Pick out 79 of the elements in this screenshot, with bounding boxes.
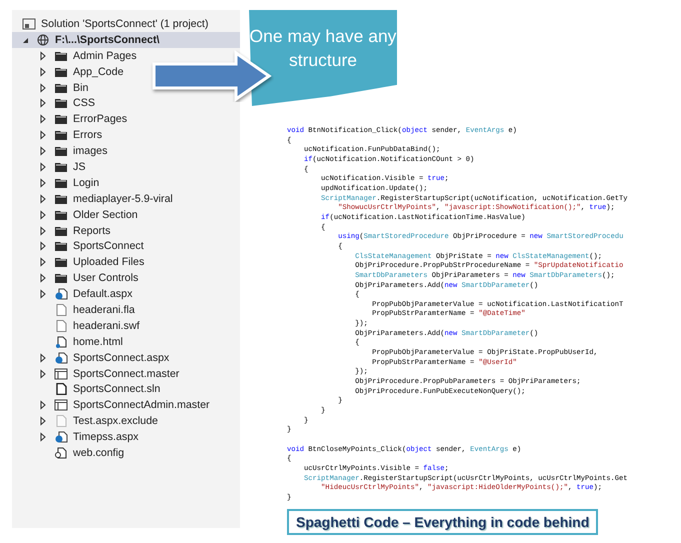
callout: One may have any structure [249,10,397,106]
expand-icon[interactable] [38,257,48,268]
tree-item[interactable]: F:\...\SportsConnect\ [12,32,240,48]
config-file-icon [54,446,68,459]
web-page-icon [54,431,68,444]
tree-item[interactable]: Uploaded Files [12,254,148,270]
expand-icon[interactable] [38,82,48,92]
folder-icon [54,256,68,268]
folder-icon [54,113,68,126]
web-page-icon [54,352,68,364]
tree-item[interactable]: web.config [12,445,128,461]
folder-icon [54,50,68,62]
folder-icon [54,97,68,110]
tree-item[interactable]: Admin Pages [12,48,140,64]
tree-item[interactable]: Default.aspx [12,286,136,302]
tree-item[interactable]: mediaplayer-5.9-viral [12,190,176,207]
expand-icon[interactable] [38,368,48,379]
tree-item[interactable]: ErrorPages [12,111,130,128]
tree-item[interactable]: SportsConnect.aspx [12,350,172,366]
expand-icon[interactable] [38,178,48,188]
master-page-icon [54,399,68,412]
tree-item[interactable]: SportsConnectAdmin.master [12,397,213,414]
globe-icon [36,34,50,46]
tree-item[interactable]: Errors [12,127,106,144]
expand-icon[interactable] [38,352,48,363]
folder-icon [54,176,68,189]
folder-icon [54,66,68,78]
tree-item[interactable]: App_Code [12,64,127,80]
folder-icon [54,129,68,142]
tree-item[interactable]: Bin [12,80,92,96]
tree-item[interactable]: Solution 'SportsConnect' (1 project) [12,16,212,32]
folder-icon [54,192,68,205]
folder-icon [54,272,68,284]
tree-item[interactable]: JS [12,159,88,175]
tree-item[interactable]: Reports [12,222,114,238]
web-page-icon [54,288,68,300]
tree-item[interactable]: Login [12,174,102,191]
file-icon [54,415,68,428]
expand-icon[interactable] [38,432,48,442]
tree-item[interactable]: CSS [12,95,98,112]
expand-icon[interactable] [38,241,48,252]
tree-item[interactable]: User Controls [12,270,142,286]
folder-icon [54,82,68,94]
folder-icon [54,224,68,237]
expand-icon[interactable] [38,400,48,410]
expand-icon[interactable] [38,50,48,61]
tree-item[interactable]: headerani.fla [12,302,138,318]
folder-icon [54,208,68,221]
expand-icon[interactable] [38,130,48,140]
tree-item[interactable]: Test.aspx.exclude [12,413,161,430]
file-icon [54,383,68,396]
tree-item[interactable]: Timepss.aspx [12,429,142,446]
expand-icon[interactable] [38,210,48,220]
tree-item[interactable]: headerani.swf [12,318,143,334]
master-page-icon [54,368,68,380]
caption: Spaghetti Code – Everything in code behind [287,508,598,535]
expand-icon[interactable] [38,226,48,236]
file-icon [54,304,68,316]
tree-item[interactable]: SportsConnect.sln [12,381,164,398]
expand-icon[interactable] [38,162,48,172]
expand-icon[interactable] [38,114,48,124]
expand-icon[interactable] [38,273,48,284]
expand-icon[interactable] [38,146,48,156]
tree-item[interactable]: images [12,143,110,160]
tree-item[interactable]: SportsConnect.master [12,366,182,382]
tree-item[interactable]: Older Section [12,206,141,223]
html-file-icon [54,336,68,348]
tree-item[interactable]: home.html [12,334,126,350]
solution-icon [22,18,36,30]
tree-item[interactable]: SportsConnect [12,238,147,254]
expand-icon[interactable] [38,66,48,77]
folder-icon [54,240,68,252]
expand-icon[interactable] [38,98,48,108]
expand-icon[interactable] [38,416,48,426]
expand-icon[interactable] [38,289,48,300]
folder-icon [54,145,68,158]
folder-icon [54,160,68,173]
expand-icon[interactable] [38,194,48,204]
file-icon [54,320,68,332]
